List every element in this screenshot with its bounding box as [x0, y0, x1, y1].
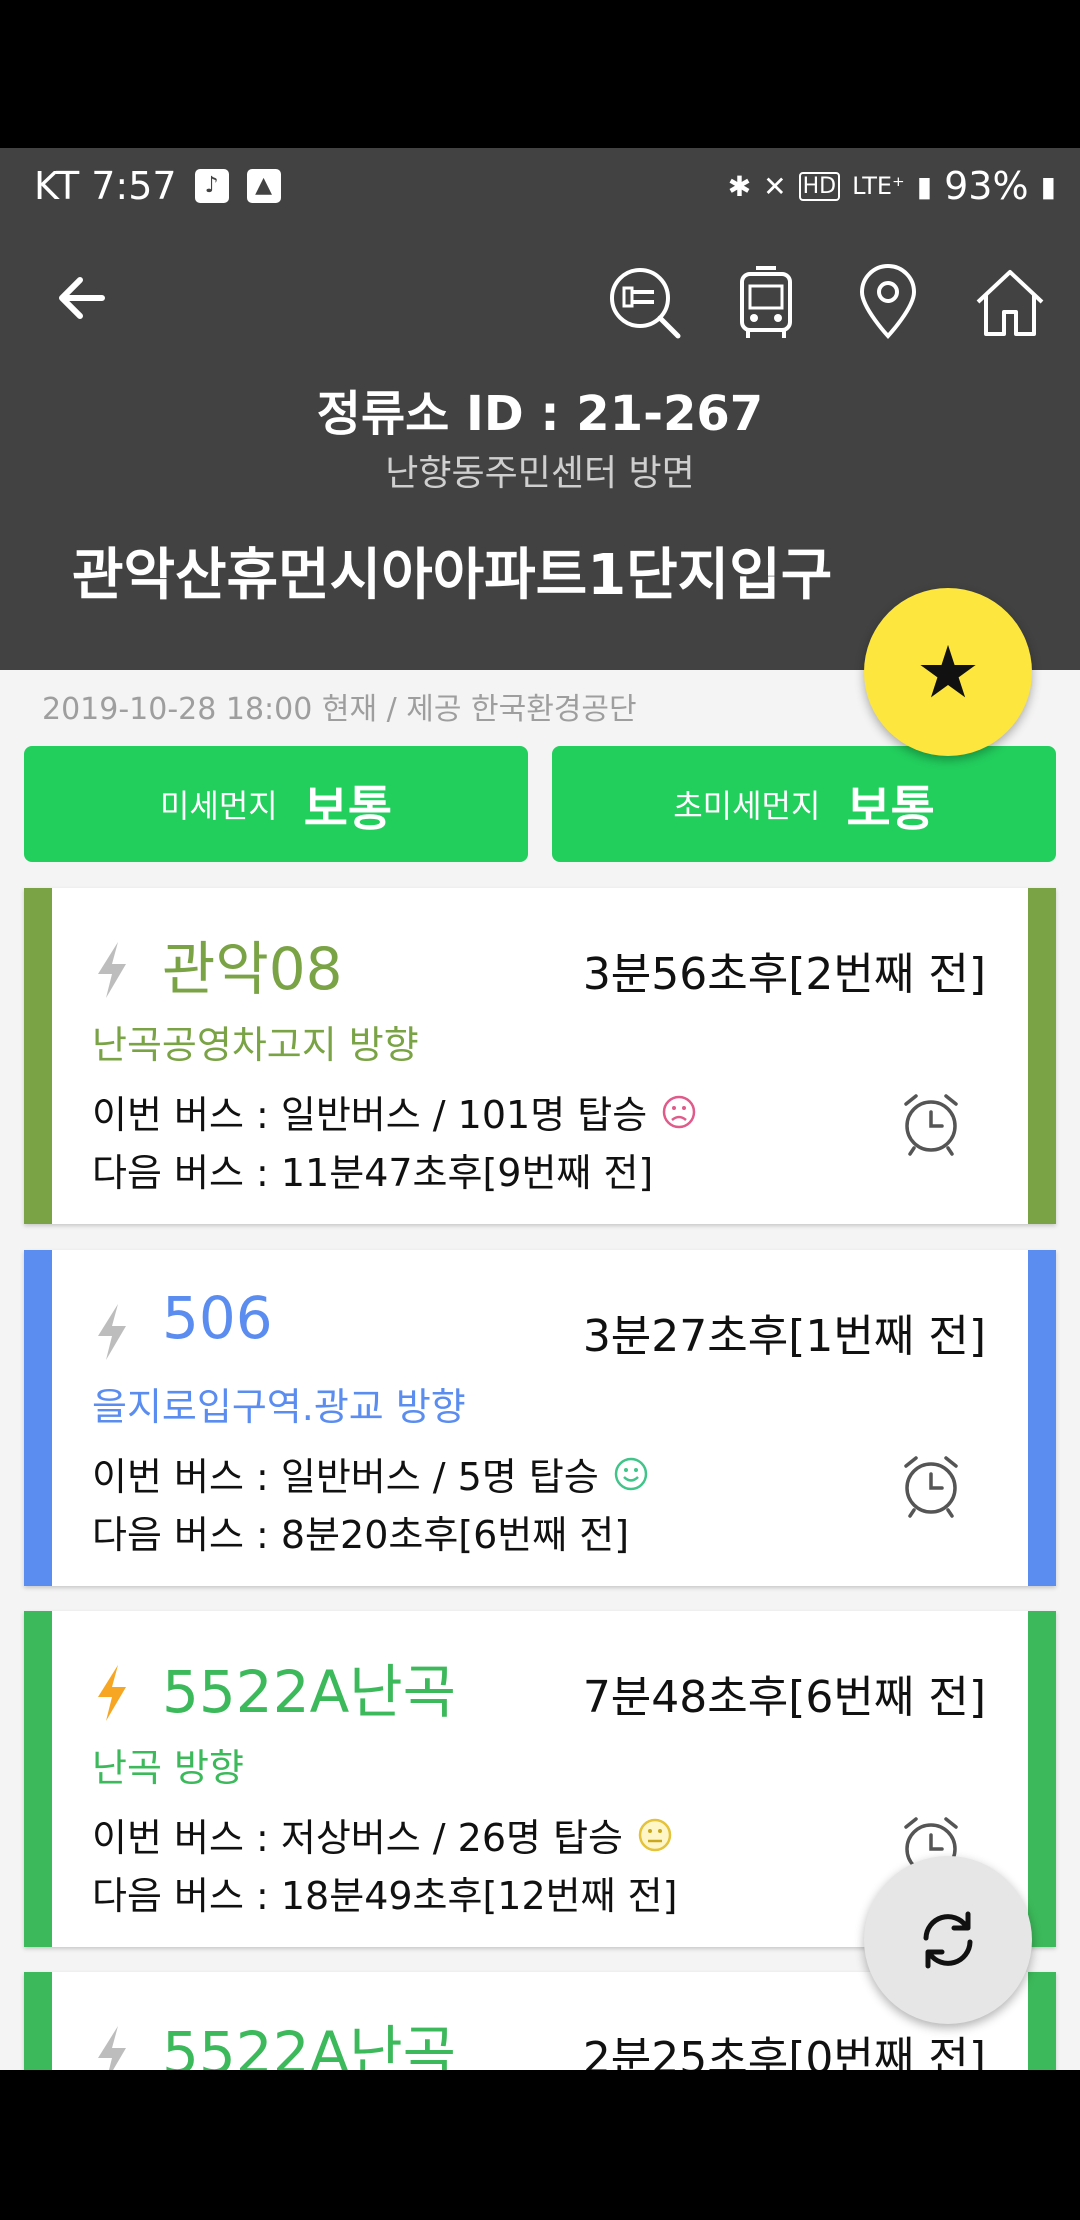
stop-id: 정류소 ID : 21-267	[316, 386, 764, 442]
lightning-icon	[98, 1304, 126, 1360]
arrival-time: 7분48초후[6번째 전]	[582, 1672, 986, 1723]
arrival-time: 3분56초후[2번째 전]	[582, 949, 986, 1000]
fine-dust-value: 보통	[303, 781, 393, 837]
next-bus-info: 다음 버스 : 18분49초후[12번째 전]	[92, 1874, 678, 1918]
route-color-bar	[24, 1611, 52, 1947]
route-color-bar	[24, 888, 52, 1224]
favorite-star-button[interactable]: ★	[864, 588, 1032, 756]
battery-icon: ▮	[1040, 169, 1056, 203]
current-bus-text: 이번 버스 : 일반버스 / 101명 탑승	[92, 1093, 648, 1137]
stop-direction: 난향동주민센터 방면	[385, 453, 695, 494]
air-quality-timestamp: 2019-10-28 18:00 현재 / 제공 한국환경공단	[42, 692, 637, 727]
bluetooth-icon: ✱	[727, 169, 752, 203]
bus-card[interactable]: 관악08 3분56초후[2번째 전] 난곡공영차고지 방향 이번 버스 : 일반…	[24, 888, 1056, 1224]
route-direction: 을지로입구역.광교 방향	[92, 1385, 466, 1429]
current-bus-info: 이번 버스 : 일반버스 / 5명 탑승	[92, 1446, 649, 1501]
route-direction: 난곡공영차고지 방향	[92, 1023, 419, 1067]
bottom-black-bar	[0, 2070, 1080, 2220]
lightning-icon	[98, 2026, 126, 2070]
ultrafine-dust-value: 보통	[846, 781, 935, 837]
crowd-face-icon	[638, 1818, 672, 1851]
arrival-time: 3분27초후[1번째 전]	[582, 1311, 986, 1362]
route-number: 5522A난곡	[162, 1658, 457, 1726]
stop-name: 관악산휴먼시아아파트1단지입구	[72, 543, 833, 608]
map-pin-icon[interactable]	[848, 262, 928, 342]
lightning-icon	[98, 942, 126, 998]
current-bus-info: 이번 버스 : 일반버스 / 101명 탑승	[92, 1084, 697, 1139]
next-bus-info: 다음 버스 : 11분47초후[9번째 전]	[92, 1151, 654, 1195]
carrier-time: KT 7:57	[34, 164, 177, 208]
current-bus-text: 이번 버스 : 일반버스 / 5명 탑승	[92, 1455, 599, 1499]
ultrafine-dust-label: 초미세먼지	[673, 787, 821, 825]
arrival-list[interactable]: 2019-10-28 18:00 현재 / 제공 한국환경공단 미세먼지 보통 …	[0, 670, 1080, 2070]
hd-icon: HD	[798, 171, 841, 201]
mute-icon: ✕	[763, 169, 787, 203]
route-direction: 난곡 방향	[92, 1746, 244, 1790]
current-bus-info: 이번 버스 : 저상버스 / 26명 탑승	[92, 1807, 673, 1862]
current-bus-text: 이번 버스 : 저상버스 / 26명 탑승	[92, 1816, 623, 1860]
route-number: 506	[162, 1284, 273, 1352]
refresh-button[interactable]	[864, 1856, 1032, 2024]
arrival-time: 2분25초후[0번째 전]	[582, 2033, 986, 2070]
music-notification-icon: ♪	[194, 169, 229, 203]
battery-level: 93%	[944, 164, 1029, 208]
image-notification-icon: ▲	[246, 169, 281, 203]
fine-dust-label: 미세먼지	[159, 787, 278, 825]
refresh-icon	[923, 1911, 973, 1969]
bus-icon[interactable]	[726, 262, 806, 342]
fine-dust-badge: 미세먼지 보통	[24, 746, 528, 862]
route-color-bar	[1028, 888, 1056, 1224]
crowd-face-icon	[662, 1095, 696, 1128]
alarm-clock-icon[interactable]	[896, 1450, 966, 1520]
route-color-bar	[1028, 1972, 1056, 2070]
alarm-clock-icon[interactable]	[896, 1088, 966, 1158]
route-number: 5522A난곡	[162, 2019, 457, 2070]
signal-icon: ▮	[916, 169, 933, 203]
next-bus-info: 다음 버스 : 8분20초후[6번째 전]	[92, 1513, 630, 1557]
route-search-icon[interactable]	[604, 262, 684, 342]
bus-card[interactable]: 506 3분27초후[1번째 전] 을지로입구역.광교 방향 이번 버스 : 일…	[24, 1250, 1056, 1586]
back-arrow-icon[interactable]	[52, 268, 112, 328]
network-type: LTE⁺	[852, 172, 905, 200]
route-color-bar	[24, 1972, 52, 2070]
ultrafine-dust-badge: 초미세먼지 보통	[552, 746, 1056, 862]
top-black-bar	[0, 0, 1080, 148]
route-color-bar	[1028, 1250, 1056, 1586]
route-number: 관악08	[162, 935, 343, 1003]
star-icon: ★	[915, 630, 981, 714]
route-color-bar	[24, 1250, 52, 1586]
home-icon[interactable]	[970, 262, 1050, 342]
crowd-face-icon	[614, 1457, 648, 1490]
route-color-bar	[1028, 1611, 1056, 1947]
lightning-icon	[98, 1665, 126, 1721]
status-bar: KT 7:57 ♪ ▲ ✱ ✕ HD LTE⁺ ▮ 93% ▮	[0, 148, 1080, 228]
